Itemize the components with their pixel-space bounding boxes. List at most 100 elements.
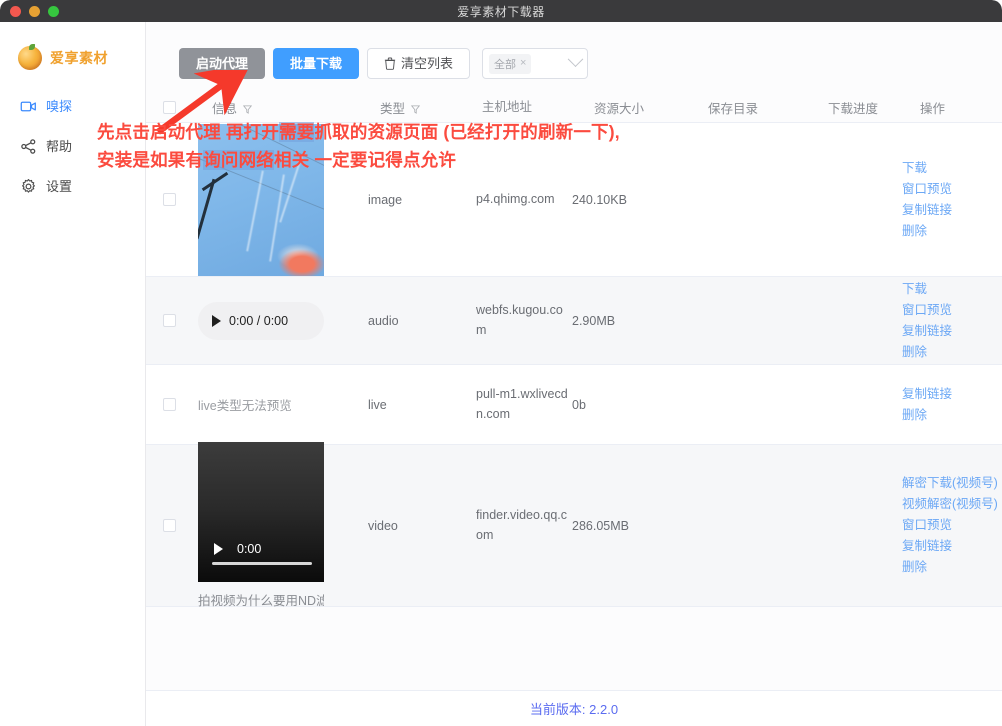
row-size: 0b	[572, 397, 586, 412]
filter-icon[interactable]	[410, 105, 420, 114]
row-checkbox[interactable]	[162, 193, 176, 206]
row-host: webfs.kugou.com	[476, 303, 563, 337]
sidebar-item-label: 嗅探	[46, 98, 73, 114]
filter-tag-label: 全部	[494, 58, 517, 71]
resource-table: 信息 类型 主机地址 资源大小 保存目录 下载进度 操作 image p4.qh…	[146, 93, 1002, 609]
brand-name: 爱享素材	[50, 50, 108, 66]
header-type-label: 类型	[380, 102, 406, 116]
sidebar-nav: 嗅探 帮助 设置	[0, 86, 145, 206]
row-actions: 复制链接 删除	[898, 384, 1002, 426]
row-size: 286.05MB	[572, 518, 629, 533]
share-icon	[21, 138, 36, 154]
filter-tag-remove-icon[interactable]: ×	[520, 58, 526, 69]
row-actions: 下载 窗口预览 复制链接 删除	[898, 158, 1002, 242]
header-host: 主机地址	[482, 99, 533, 114]
image-thumbnail[interactable]	[198, 123, 324, 276]
row-host: p4.qhimg.com	[476, 191, 555, 206]
play-icon[interactable]	[214, 543, 223, 555]
minimize-window-button[interactable]	[29, 5, 40, 17]
action-copy-link[interactable]: 复制链接	[902, 536, 1002, 557]
row-host: pull-m1.wxlivecdn.com	[476, 387, 568, 421]
sidebar-item-label: 设置	[46, 178, 73, 194]
play-icon[interactable]	[212, 314, 221, 327]
row-actions: 解密下载(视频号) 视频解密(视频号) 窗口预览 复制链接 删除	[898, 473, 1002, 578]
traffic-lights	[10, 5, 59, 17]
filter-icon[interactable]	[242, 105, 252, 114]
action-download[interactable]: 下载	[902, 279, 1002, 300]
row-select-cell	[146, 314, 192, 327]
row-size: 2.90MB	[572, 313, 616, 328]
type-filter-select[interactable]: 全部 ×	[482, 48, 589, 79]
action-copy-link[interactable]: 复制链接	[902, 200, 1002, 221]
maximize-window-button[interactable]	[48, 5, 59, 17]
row-size: 240.10KB	[572, 192, 627, 207]
sidebar-item-sniff[interactable]: 嗅探	[0, 86, 145, 126]
action-download[interactable]: 下载	[902, 158, 1002, 179]
header-actions: 操作	[920, 102, 946, 116]
action-delete[interactable]: 删除	[902, 342, 1002, 363]
trash-icon	[384, 57, 396, 70]
action-copy-link[interactable]: 复制链接	[902, 321, 1002, 342]
sidebar: 爱享素材 嗅探 帮助 设置	[0, 22, 146, 726]
app-logo-icon	[18, 44, 42, 70]
table-row: 0:00 / 0:00 audio webfs.kugou.com 2.90MB…	[146, 277, 1002, 365]
row-host: finder.video.qq.com	[476, 508, 568, 542]
title-bar: 爱享素材下载器	[0, 0, 1002, 22]
header-progress: 下载进度	[828, 102, 879, 116]
clear-list-button[interactable]: 清空列表	[367, 48, 471, 79]
video-caption: 拍视频为什么要用ND滤	[198, 594, 324, 608]
table-row: live类型无法预览 live pull-m1.wxlivecdn.com 0b…	[146, 365, 1002, 445]
action-window-preview[interactable]: 窗口预览	[902, 515, 1002, 536]
row-actions: 下载 窗口预览 复制链接 删除	[898, 279, 1002, 363]
row-type: video	[368, 518, 398, 533]
toolbar: 启动代理 批量下载 清空列表 全部 ×	[146, 22, 1002, 79]
action-delete[interactable]: 删除	[902, 221, 1002, 242]
row-checkbox[interactable]	[162, 314, 176, 327]
version-text: 当前版本: 2.2.0	[529, 702, 619, 717]
sidebar-item-label: 帮助	[46, 138, 73, 154]
header-info-label: 信息	[212, 102, 238, 116]
header-type[interactable]: 类型	[368, 98, 476, 117]
gear-icon	[22, 178, 35, 193]
app-window: 爱享素材下载器 爱享素材 嗅探 帮助 设置 启动代理 批量下载 清空列表 全部 …	[0, 0, 1002, 726]
audio-player[interactable]: 0:00 / 0:00	[198, 301, 324, 340]
row-preview[interactable]	[192, 123, 368, 276]
video-time: 0:00	[237, 542, 262, 556]
sidebar-item-settings[interactable]: 设置	[0, 166, 145, 206]
row-select-cell	[146, 193, 192, 206]
action-window-preview[interactable]: 窗口预览	[902, 179, 1002, 200]
row-checkbox[interactable]	[162, 398, 176, 411]
close-window-button[interactable]	[10, 5, 21, 17]
window-title: 爱享素材下载器	[457, 4, 545, 19]
video-controls[interactable]: 0:00	[198, 542, 324, 556]
preview-unavailable-text: live类型无法预览	[198, 399, 292, 413]
table-row: 0:00 拍视频为什么要用ND滤 video finder.video.qq.c…	[146, 442, 1002, 609]
row-preview[interactable]: 0:00 / 0:00	[192, 301, 368, 340]
action-copy-link[interactable]: 复制链接	[902, 384, 1002, 405]
action-delete[interactable]: 删除	[902, 557, 1002, 578]
table-header-row: 信息 类型 主机地址 资源大小 保存目录 下载进度 操作	[146, 93, 1002, 123]
select-all-checkbox[interactable]	[162, 101, 176, 114]
audio-time: 0:00 / 0:00	[229, 313, 289, 328]
row-checkbox[interactable]	[162, 519, 176, 532]
select-all-cell	[146, 101, 192, 114]
action-decrypt-download[interactable]: 解密下载(视频号)	[902, 473, 1002, 494]
row-select-cell	[146, 398, 192, 411]
row-type: live	[368, 397, 387, 412]
action-delete[interactable]: 删除	[902, 405, 1002, 426]
row-type: image	[368, 192, 403, 207]
video-progress-bar[interactable]	[212, 562, 312, 565]
batch-download-button[interactable]: 批量下载	[273, 48, 360, 79]
sidebar-item-help[interactable]: 帮助	[0, 126, 145, 166]
main-content: 启动代理 批量下载 清空列表 全部 × 信息 类型 主机地址 资源大小 保存目录…	[146, 22, 1002, 726]
start-proxy-button[interactable]: 启动代理	[179, 48, 266, 79]
row-preview[interactable]: 0:00 拍视频为什么要用ND滤	[192, 442, 368, 609]
video-player[interactable]: 0:00	[198, 442, 324, 582]
row-preview: live类型无法预览	[192, 395, 368, 414]
header-info[interactable]: 信息	[192, 98, 368, 117]
brand: 爱享素材	[0, 22, 145, 70]
action-video-decrypt[interactable]: 视频解密(视频号)	[902, 494, 1002, 515]
header-dir: 保存目录	[708, 102, 759, 116]
filter-tag[interactable]: 全部 ×	[489, 53, 532, 74]
action-window-preview[interactable]: 窗口预览	[902, 300, 1002, 321]
